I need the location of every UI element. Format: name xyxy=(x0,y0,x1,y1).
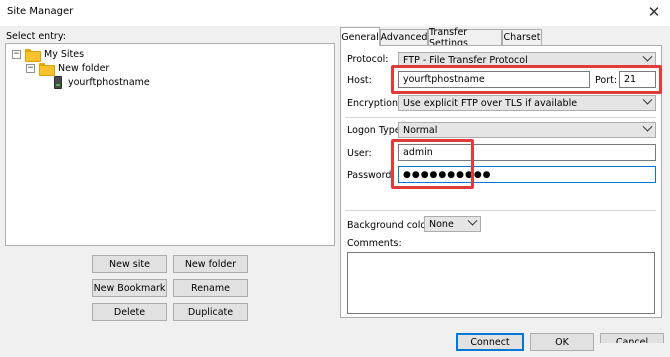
tree-item-site[interactable]: yourftphostname xyxy=(54,75,150,89)
tree-item-new-folder[interactable]: − New folder xyxy=(26,61,110,76)
title-bar xyxy=(0,0,670,26)
host-label: Host: xyxy=(347,75,372,86)
logon-type-label: Logon Type: xyxy=(347,125,404,136)
background-color-label: Background color: xyxy=(347,220,434,231)
collapse-icon[interactable]: − xyxy=(26,63,35,73)
tree-item-my-sites[interactable]: − My Sites xyxy=(12,47,85,62)
chevron-down-icon xyxy=(642,121,653,132)
select-entry-label: Select entry: xyxy=(6,31,66,42)
password-label: Password: xyxy=(347,170,395,181)
site-tree[interactable]: − My Sites − New folder yourftphostname xyxy=(5,43,335,246)
close-icon[interactable]: ✕ xyxy=(640,1,668,23)
tab-advanced[interactable]: Advanced xyxy=(380,29,428,45)
comments-textarea[interactable] xyxy=(347,252,655,314)
encryption-label: Encryption: xyxy=(347,98,402,109)
server-icon xyxy=(54,75,62,89)
user-label: User: xyxy=(347,148,372,159)
tab-transfer-settings[interactable]: Transfer Settings xyxy=(428,27,502,49)
divider xyxy=(345,117,656,118)
logon-type-select[interactable]: Normal xyxy=(398,121,656,138)
tree-item-label: My Sites xyxy=(44,48,85,60)
tab-charset[interactable]: Charset xyxy=(502,29,542,45)
tab-general[interactable]: General xyxy=(340,27,380,46)
protocol-value: FTP - File Transfer Protocol xyxy=(403,54,528,66)
chevron-down-icon xyxy=(642,94,653,105)
comments-label: Comments: xyxy=(347,238,402,249)
divider xyxy=(345,210,656,211)
duplicate-button[interactable]: Duplicate xyxy=(173,303,248,321)
encryption-select[interactable]: Use explicit FTP over TLS if available xyxy=(398,94,656,111)
background-color-value: None xyxy=(429,218,454,230)
chevron-down-icon xyxy=(642,51,653,62)
protocol-label: Protocol: xyxy=(347,54,389,65)
ok-button[interactable]: OK xyxy=(530,333,594,351)
user-input[interactable]: admin xyxy=(398,144,656,161)
host-input[interactable]: yourftphostname xyxy=(398,71,590,88)
connect-button[interactable]: Connect xyxy=(456,333,524,351)
new-site-button[interactable]: New site xyxy=(92,255,167,273)
encryption-value: Use explicit FTP over TLS if available xyxy=(403,97,578,109)
folder-icon xyxy=(39,62,55,76)
tree-item-label: New folder xyxy=(58,62,110,74)
new-bookmark-button[interactable]: New Bookmark xyxy=(92,279,167,297)
protocol-select[interactable]: FTP - File Transfer Protocol xyxy=(398,51,656,68)
logon-type-value: Normal xyxy=(403,124,438,136)
rename-button[interactable]: Rename xyxy=(173,279,248,297)
delete-button[interactable]: Delete xyxy=(92,303,167,321)
background-color-select[interactable]: None xyxy=(424,215,481,232)
window-title: Site Manager xyxy=(7,6,74,17)
new-folder-button[interactable]: New folder xyxy=(173,255,248,273)
port-label: Port: xyxy=(595,75,618,86)
cancel-button[interactable]: Cancel xyxy=(600,333,664,343)
folder-icon xyxy=(25,48,41,62)
password-input[interactable]: ●●●●●●●●●● xyxy=(398,166,656,183)
chevron-down-icon xyxy=(467,215,478,226)
port-input[interactable]: 21 xyxy=(619,71,656,88)
tree-item-label: yourftphostname xyxy=(68,76,150,88)
collapse-icon[interactable]: − xyxy=(12,49,21,59)
